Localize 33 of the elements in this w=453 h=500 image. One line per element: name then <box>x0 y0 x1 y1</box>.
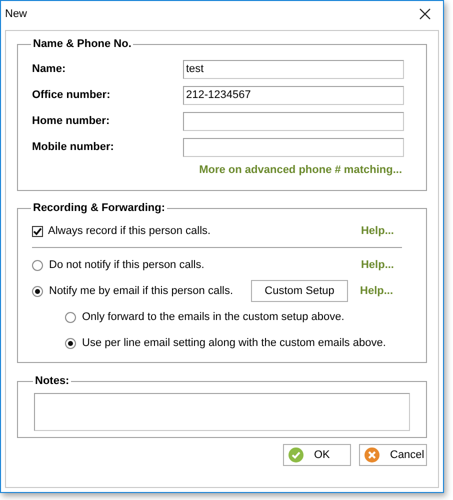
input-field[interactable]: test <box>183 60 404 78</box>
notes-field[interactable] <box>34 393 410 431</box>
radio-button[interactable] <box>32 260 43 270</box>
field-label: Mobile number: <box>32 141 115 153</box>
option-label: Notify me by email if this person calls. <box>49 285 234 297</box>
option-label: Always record if this person calls. <box>48 225 211 237</box>
radio-button[interactable] <box>65 312 76 322</box>
input-field[interactable] <box>183 138 404 156</box>
field-label: Name: <box>32 63 67 75</box>
field-label: Office number: <box>32 89 112 101</box>
input-field[interactable] <box>183 112 404 130</box>
radio-button[interactable] <box>65 338 76 348</box>
group-title: Recording & Forwarding: <box>32 202 166 214</box>
window-title: New <box>5 8 28 20</box>
cancel-button[interactable]: Cancel <box>359 444 427 466</box>
option-label: Use per line email setting along with the custom emails above. <box>82 337 386 349</box>
group-title: Notes: <box>34 375 70 387</box>
group-title: Name & Phone No. <box>32 38 132 50</box>
ok-button[interactable]: OK <box>283 444 351 466</box>
option-label: Only forward to the emails in the custom setup above. <box>82 311 344 323</box>
checkbox[interactable] <box>32 226 43 236</box>
close-icon[interactable] <box>419 8 431 20</box>
custom-setup-button[interactable]: Custom Setup <box>251 280 348 302</box>
check-icon <box>288 447 304 463</box>
help-link[interactable]: Help... <box>360 259 394 271</box>
input-field[interactable]: 212-1234567 <box>183 86 404 104</box>
field-label: Home number: <box>32 115 111 127</box>
cross-icon <box>364 447 380 463</box>
help-link[interactable]: Help... <box>360 285 394 297</box>
option-label: Do not notify if this person calls. <box>49 259 204 271</box>
help-link[interactable]: Help... <box>360 225 394 237</box>
matching-link[interactable]: More on advanced phone # matching... <box>199 164 402 184</box>
radio-button[interactable] <box>32 286 43 296</box>
